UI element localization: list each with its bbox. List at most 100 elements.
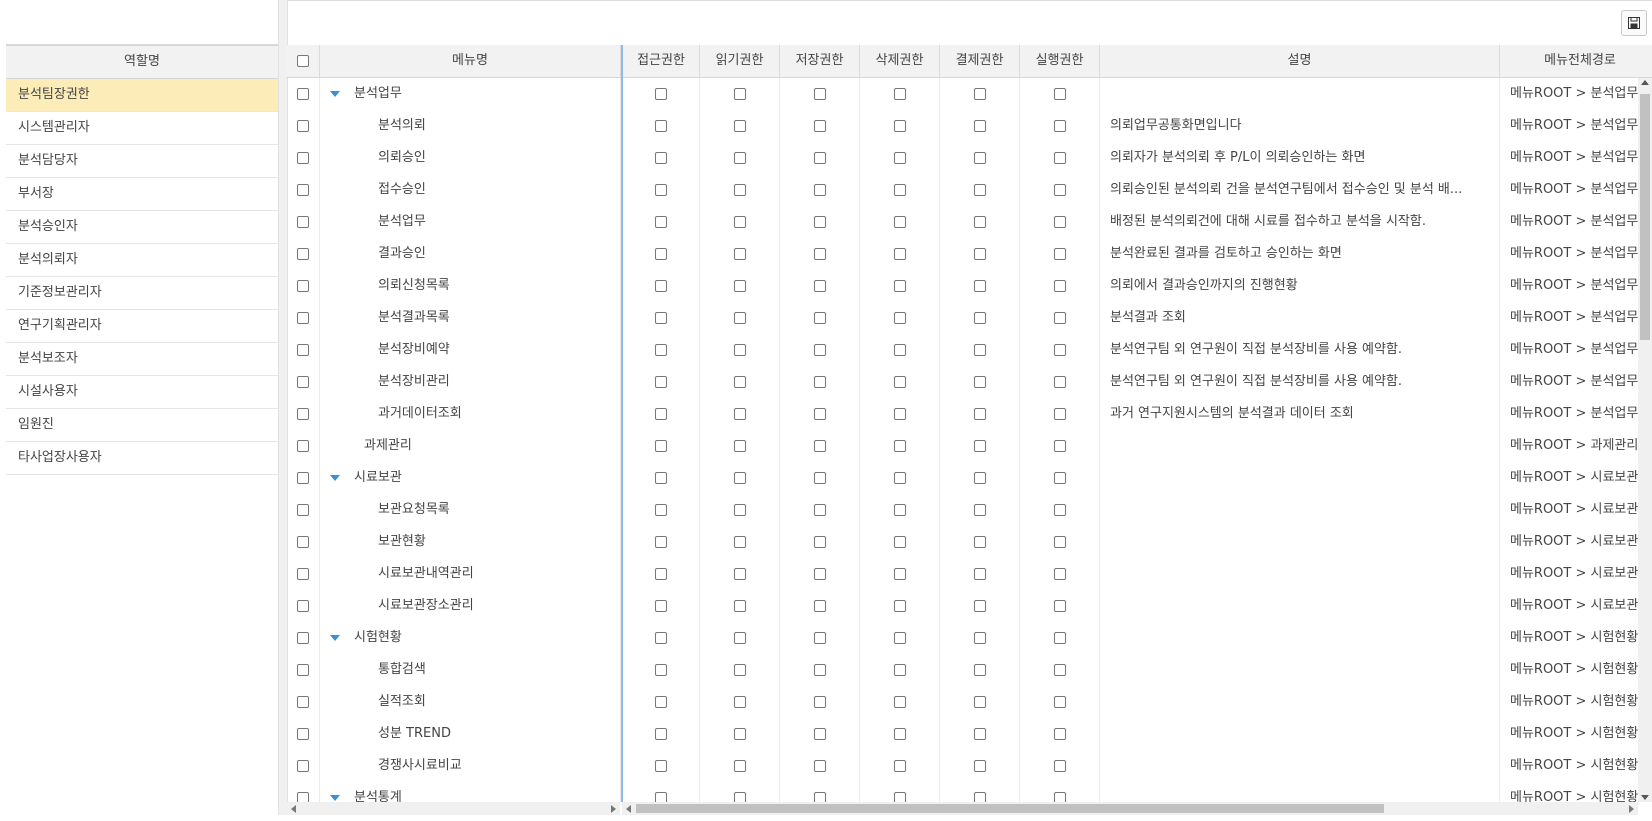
- table-row[interactable]: 분석결과목록 분석결과 조회 메뉴ROOT > 분석업무: [287, 302, 1652, 334]
- menu-name-cell[interactable]: 시험현황: [320, 622, 621, 654]
- col-description[interactable]: 설명: [1100, 45, 1500, 77]
- read-checkbox[interactable]: [733, 727, 746, 740]
- expand-triangle-icon[interactable]: [330, 90, 340, 97]
- row-select-checkbox[interactable]: [297, 407, 309, 420]
- read-checkbox[interactable]: [733, 343, 746, 356]
- execute-checkbox[interactable]: [1053, 599, 1066, 612]
- save-checkbox[interactable]: [813, 759, 826, 772]
- execute-checkbox[interactable]: [1053, 759, 1066, 772]
- row-select-checkbox[interactable]: [297, 599, 309, 612]
- menu-name-cell[interactable]: 분석업무: [320, 78, 621, 110]
- scroll-left-arrow-icon[interactable]: [291, 805, 296, 813]
- role-item[interactable]: 부서장: [6, 178, 278, 211]
- delete-checkbox[interactable]: [893, 567, 906, 580]
- menu-name-cell[interactable]: 분석장비예약: [320, 334, 621, 366]
- read-checkbox[interactable]: [733, 151, 746, 164]
- save-checkbox[interactable]: [813, 791, 826, 802]
- table-row[interactable]: 결과승인 분석완료된 결과를 검토하고 승인하는 화면 메뉴ROOT > 분석업무: [287, 238, 1652, 270]
- execute-checkbox[interactable]: [1053, 567, 1066, 580]
- table-row[interactable]: 의뢰승인 의뢰자가 분석의뢰 후 P/L이 의뢰승인하는 화면 메뉴ROOT > 분…: [287, 142, 1652, 174]
- save-checkbox[interactable]: [813, 727, 826, 740]
- execute-checkbox[interactable]: [1053, 695, 1066, 708]
- horizontal-scroll-thumb[interactable]: [636, 804, 1384, 813]
- access-checkbox[interactable]: [655, 759, 667, 772]
- table-row[interactable]: 성분 TREND 메뉴ROOT > 시험현황: [287, 718, 1652, 750]
- access-checkbox[interactable]: [655, 439, 667, 452]
- menu-name-cell[interactable]: 보관요청목록: [320, 494, 621, 526]
- save-checkbox[interactable]: [813, 311, 826, 324]
- access-checkbox[interactable]: [655, 727, 667, 740]
- table-row[interactable]: 시료보관 메뉴ROOT > 시료보관: [287, 462, 1652, 494]
- delete-checkbox[interactable]: [893, 119, 906, 132]
- read-checkbox[interactable]: [733, 663, 746, 676]
- read-checkbox[interactable]: [733, 503, 746, 516]
- menu-name-cell[interactable]: 성분 TREND: [320, 718, 621, 750]
- read-checkbox[interactable]: [733, 119, 746, 132]
- approve-checkbox[interactable]: [973, 695, 986, 708]
- save-checkbox[interactable]: [813, 343, 826, 356]
- grid-vertical-scrollbar[interactable]: [1638, 78, 1652, 802]
- read-checkbox[interactable]: [733, 535, 746, 548]
- execute-checkbox[interactable]: [1053, 631, 1066, 644]
- save-checkbox[interactable]: [813, 599, 826, 612]
- vertical-scroll-thumb[interactable]: [1640, 94, 1650, 340]
- expand-triangle-icon[interactable]: [330, 794, 340, 801]
- approve-checkbox[interactable]: [973, 791, 986, 802]
- approve-checkbox[interactable]: [973, 119, 986, 132]
- delete-checkbox[interactable]: [893, 375, 906, 388]
- save-button[interactable]: [1621, 10, 1647, 36]
- menu-name-cell[interactable]: 시료보관장소관리: [320, 590, 621, 622]
- role-item[interactable]: 분석승인자: [6, 211, 278, 244]
- menu-name-cell[interactable]: 분석결과목록: [320, 302, 621, 334]
- read-checkbox[interactable]: [733, 695, 746, 708]
- read-checkbox[interactable]: [733, 247, 746, 260]
- read-checkbox[interactable]: [733, 407, 746, 420]
- role-item[interactable]: 분석의뢰자: [6, 244, 278, 277]
- approve-checkbox[interactable]: [973, 183, 986, 196]
- approve-checkbox[interactable]: [973, 279, 986, 292]
- approve-checkbox[interactable]: [973, 631, 986, 644]
- access-checkbox[interactable]: [655, 503, 667, 516]
- approve-checkbox[interactable]: [973, 759, 986, 772]
- role-column-header[interactable]: 역할명: [6, 45, 278, 79]
- delete-checkbox[interactable]: [893, 439, 906, 452]
- role-item[interactable]: 분석담당자: [6, 145, 278, 178]
- read-checkbox[interactable]: [733, 311, 746, 324]
- role-item[interactable]: 기준정보관리자: [6, 277, 278, 310]
- approve-checkbox[interactable]: [973, 663, 986, 676]
- execute-checkbox[interactable]: [1053, 215, 1066, 228]
- row-select-checkbox[interactable]: [297, 631, 309, 644]
- access-checkbox[interactable]: [655, 407, 667, 420]
- menu-name-cell[interactable]: 결과승인: [320, 238, 621, 270]
- execute-checkbox[interactable]: [1053, 87, 1066, 100]
- table-row[interactable]: 시료보관장소관리 메뉴ROOT > 시료보관: [287, 590, 1652, 622]
- save-checkbox[interactable]: [813, 279, 826, 292]
- save-checkbox[interactable]: [813, 631, 826, 644]
- delete-checkbox[interactable]: [893, 247, 906, 260]
- execute-checkbox[interactable]: [1053, 247, 1066, 260]
- row-select-checkbox[interactable]: [297, 759, 309, 772]
- role-item[interactable]: 시스템관리자: [6, 112, 278, 145]
- execute-checkbox[interactable]: [1053, 279, 1066, 292]
- access-checkbox[interactable]: [655, 279, 667, 292]
- menu-name-cell[interactable]: 분석의뢰: [320, 110, 621, 142]
- save-checkbox[interactable]: [813, 87, 826, 100]
- execute-checkbox[interactable]: [1053, 791, 1066, 802]
- table-row[interactable]: 과제관리 메뉴ROOT > 과제관리: [287, 430, 1652, 462]
- expand-triangle-icon[interactable]: [330, 474, 340, 481]
- read-checkbox[interactable]: [733, 631, 746, 644]
- scroll-right-arrow-icon[interactable]: [1629, 805, 1634, 813]
- execute-checkbox[interactable]: [1053, 407, 1066, 420]
- menu-name-cell[interactable]: 통합검색: [320, 654, 621, 686]
- menu-name-cell[interactable]: 보관현황: [320, 526, 621, 558]
- role-item[interactable]: 타사업장사용자: [6, 442, 278, 475]
- table-row[interactable]: 분석통계 메뉴ROOT > 시험현황: [287, 782, 1652, 802]
- execute-checkbox[interactable]: [1053, 727, 1066, 740]
- save-checkbox[interactable]: [813, 439, 826, 452]
- approve-checkbox[interactable]: [973, 247, 986, 260]
- delete-checkbox[interactable]: [893, 407, 906, 420]
- access-checkbox[interactable]: [655, 183, 667, 196]
- row-select-checkbox[interactable]: [297, 567, 309, 580]
- menu-name-cell[interactable]: 경쟁사시료비교: [320, 750, 621, 782]
- execute-checkbox[interactable]: [1053, 375, 1066, 388]
